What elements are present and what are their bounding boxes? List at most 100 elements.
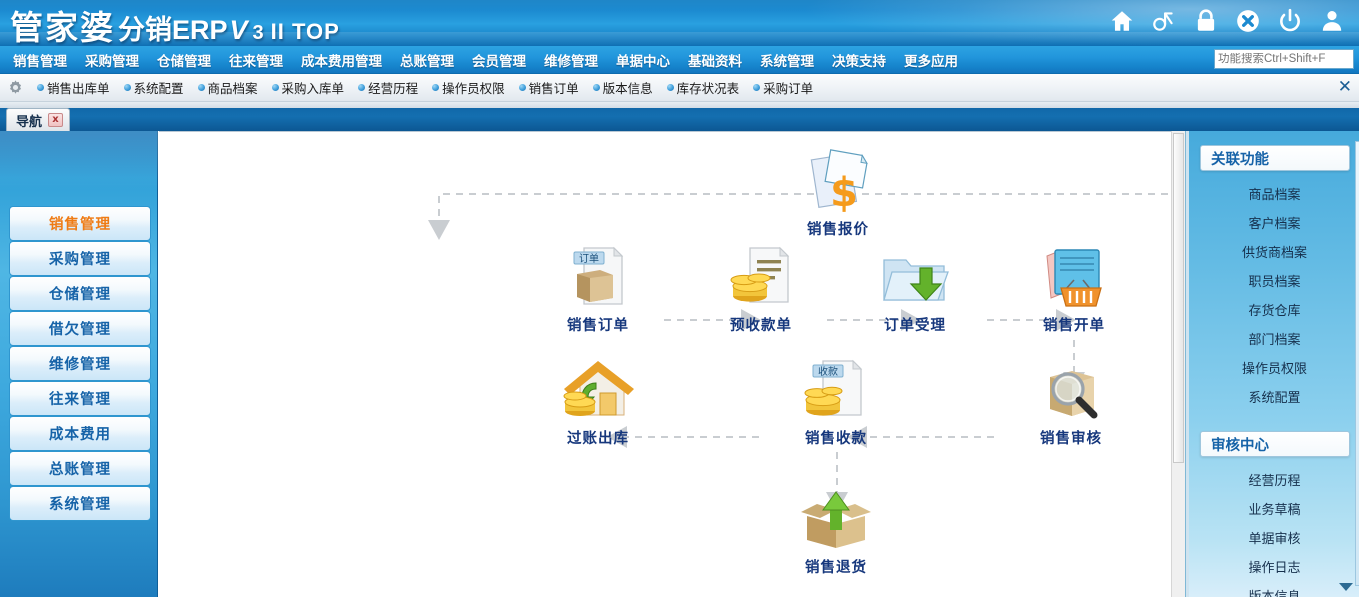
quick-item-2[interactable]: 商品档案	[191, 78, 265, 97]
right-panel-item[interactable]: 商品档案	[1189, 179, 1359, 208]
bullet-icon	[592, 84, 600, 91]
quick-item-8[interactable]: 库存状况表	[660, 78, 747, 97]
canvas-scrollbar[interactable]	[1171, 131, 1185, 597]
quick-item-4[interactable]: 经营历程	[351, 78, 425, 97]
logo-version-number: 3	[252, 22, 264, 44]
sidebar-item-6[interactable]: 成本费用	[9, 416, 151, 451]
gear-icon[interactable]	[7, 79, 24, 96]
sidebar-item-4[interactable]: 维修管理	[9, 346, 151, 381]
sidebar-item-8[interactable]: 系统管理	[9, 486, 151, 521]
flow-node-label: 过账出库	[567, 431, 629, 447]
tab-close-icon[interactable]: x	[48, 113, 64, 127]
right-panel-item[interactable]: 操作日志	[1189, 552, 1359, 581]
menu-item-8[interactable]: 单据中心	[607, 47, 679, 73]
quick-item-label: 销售订单	[528, 82, 579, 96]
gear-icon-wrap	[0, 79, 30, 96]
right-panel-item[interactable]: 经营历程	[1189, 465, 1359, 494]
scrollbar-thumb[interactable]	[1173, 133, 1184, 463]
right-panel-item[interactable]: 客户档案	[1189, 208, 1359, 237]
right-panel-item[interactable]: 操作员权限	[1189, 353, 1359, 382]
sidebar-item-7[interactable]: 总账管理	[9, 451, 151, 486]
right-panel-item[interactable]: 职员档案	[1189, 266, 1359, 295]
sidebar-item-1[interactable]: 采购管理	[9, 241, 151, 276]
flow-node-label: 销售开单	[1043, 318, 1105, 334]
search-input[interactable]	[1218, 53, 1359, 65]
close-icon[interactable]	[1235, 8, 1261, 34]
right-panel-item[interactable]: 版本信息	[1189, 581, 1359, 597]
menu-item-11[interactable]: 决策支持	[823, 47, 895, 73]
flow-node-label: 销售报价	[807, 222, 869, 238]
sidebar-item-3[interactable]: 借欠管理	[9, 311, 151, 346]
menu-item-3[interactable]: 往来管理	[220, 47, 292, 73]
bullet-icon	[197, 84, 205, 91]
power-icon[interactable]	[1277, 8, 1303, 34]
right-panel-item[interactable]: 业务草稿	[1189, 494, 1359, 523]
form-basket-icon	[1010, 242, 1138, 310]
flow-node-label: 销售退货	[805, 560, 867, 576]
receipt-coins-icon: 收款	[772, 355, 900, 423]
quick-item-label: 采购入库单	[281, 82, 345, 96]
flow-node-prepay[interactable]: 预收款单	[697, 242, 825, 335]
bullet-icon	[432, 84, 440, 91]
tab-navigation[interactable]: 导航 x	[6, 108, 71, 131]
workflow-canvas: $ 销售报价 订单 销售订单 预收款单 订单受理 销售开单 过账出库 收款 销售…	[159, 131, 1184, 597]
right-panel-column: 关联功能 商品档案 客户档案 供货商档案 职员档案 存货仓库 部门档案 操作员权限 系统配置 审核…	[1185, 131, 1359, 597]
menu-item-7[interactable]: 维修管理	[535, 47, 607, 73]
quick-item-label: 系统配置	[133, 82, 184, 96]
flow-node-label: 订单受理	[884, 318, 946, 334]
quick-item-7[interactable]: 版本信息	[586, 78, 660, 97]
flow-node-order[interactable]: 订单 销售订单	[534, 242, 662, 335]
right-panel-item[interactable]: 部门档案	[1189, 324, 1359, 353]
quick-item-0[interactable]: 销售出库单	[30, 78, 117, 97]
menu-item-4[interactable]: 成本费用管理	[292, 47, 391, 73]
menu-item-6[interactable]: 会员管理	[463, 47, 535, 73]
quick-item-label: 操作员权限	[442, 82, 505, 96]
function-search-box[interactable]	[1214, 49, 1359, 69]
user-icon[interactable]	[1319, 8, 1345, 34]
title-bar-icons	[1109, 8, 1345, 34]
menu-item-1[interactable]: 采购管理	[76, 47, 148, 73]
home-icon[interactable]	[1109, 8, 1135, 34]
font-size-icon[interactable]	[1151, 8, 1177, 34]
svg-text:$: $	[830, 170, 858, 214]
right-panel-item[interactable]: 单据审核	[1189, 523, 1359, 552]
svg-text:订单: 订单	[579, 253, 599, 265]
sidebar-item-0[interactable]: 销售管理	[9, 206, 151, 241]
sidebar-item-2[interactable]: 仓储管理	[9, 276, 151, 311]
quick-item-label: 商品档案	[207, 82, 258, 96]
coins-document-icon	[697, 242, 825, 310]
right-panel-item[interactable]: 存货仓库	[1189, 295, 1359, 324]
left-sidebar: 销售管理 采购管理 仓储管理 借欠管理 维修管理 往来管理 成本费用 总账管理 系统管理	[0, 131, 158, 597]
box-magnifier-icon	[1007, 355, 1135, 423]
right-panel-item[interactable]: 供货商档案	[1189, 237, 1359, 266]
menu-item-12[interactable]: 更多应用	[895, 47, 967, 73]
close-quickbar-button[interactable]: ✕	[1338, 78, 1352, 96]
lock-icon[interactable]	[1193, 8, 1219, 34]
menu-item-9[interactable]: 基础资料	[679, 47, 751, 73]
erp-application-window: 管家婆 分销ERP V 3 II TOP 销售管理 采购管理 仓储管理 往来管理…	[0, 0, 1359, 597]
title-bar: 管家婆 分销ERP V 3 II TOP	[0, 0, 1359, 46]
quick-item-label: 版本信息	[602, 82, 653, 96]
quick-item-1[interactable]: 系统配置	[117, 78, 191, 97]
menu-item-5[interactable]: 总账管理	[391, 47, 463, 73]
flow-node-return[interactable]: 销售退货	[772, 484, 900, 577]
scroll-down-arrow-icon[interactable]	[1339, 583, 1353, 591]
quick-item-5[interactable]: 操作员权限	[425, 78, 512, 97]
flow-node-receipt[interactable]: 收款 销售收款	[772, 355, 900, 448]
quick-item-3[interactable]: 采购入库单	[265, 78, 352, 97]
right-panel-title-1: 审核中心	[1200, 431, 1350, 457]
flow-node-audit[interactable]: 销售审核	[1007, 355, 1135, 448]
flow-node-accept[interactable]: 订单受理	[851, 242, 979, 335]
quick-item-9[interactable]: 采购订单	[746, 78, 820, 97]
flow-node-billing[interactable]: 销售开单	[1010, 242, 1138, 335]
menu-item-0[interactable]: 销售管理	[4, 47, 76, 73]
flow-node-postout[interactable]: 过账出库	[534, 355, 662, 448]
right-panel-item[interactable]: 系统配置	[1189, 382, 1359, 411]
menu-item-2[interactable]: 仓储管理	[148, 47, 220, 73]
menu-item-10[interactable]: 系统管理	[751, 47, 823, 73]
quick-item-6[interactable]: 销售订单	[512, 78, 586, 97]
flow-node-quote[interactable]: $ 销售报价	[774, 146, 902, 239]
sidebar-item-5[interactable]: 往来管理	[9, 381, 151, 416]
quick-access-bar: 销售出库单 系统配置 商品档案 采购入库单 经营历程 操作员权限 销售订单 版本信息 库存状况表…	[0, 74, 1359, 102]
application-body: 销售管理 采购管理 仓储管理 借欠管理 维修管理 往来管理 成本费用 总账管理 系统管理	[0, 131, 1359, 597]
